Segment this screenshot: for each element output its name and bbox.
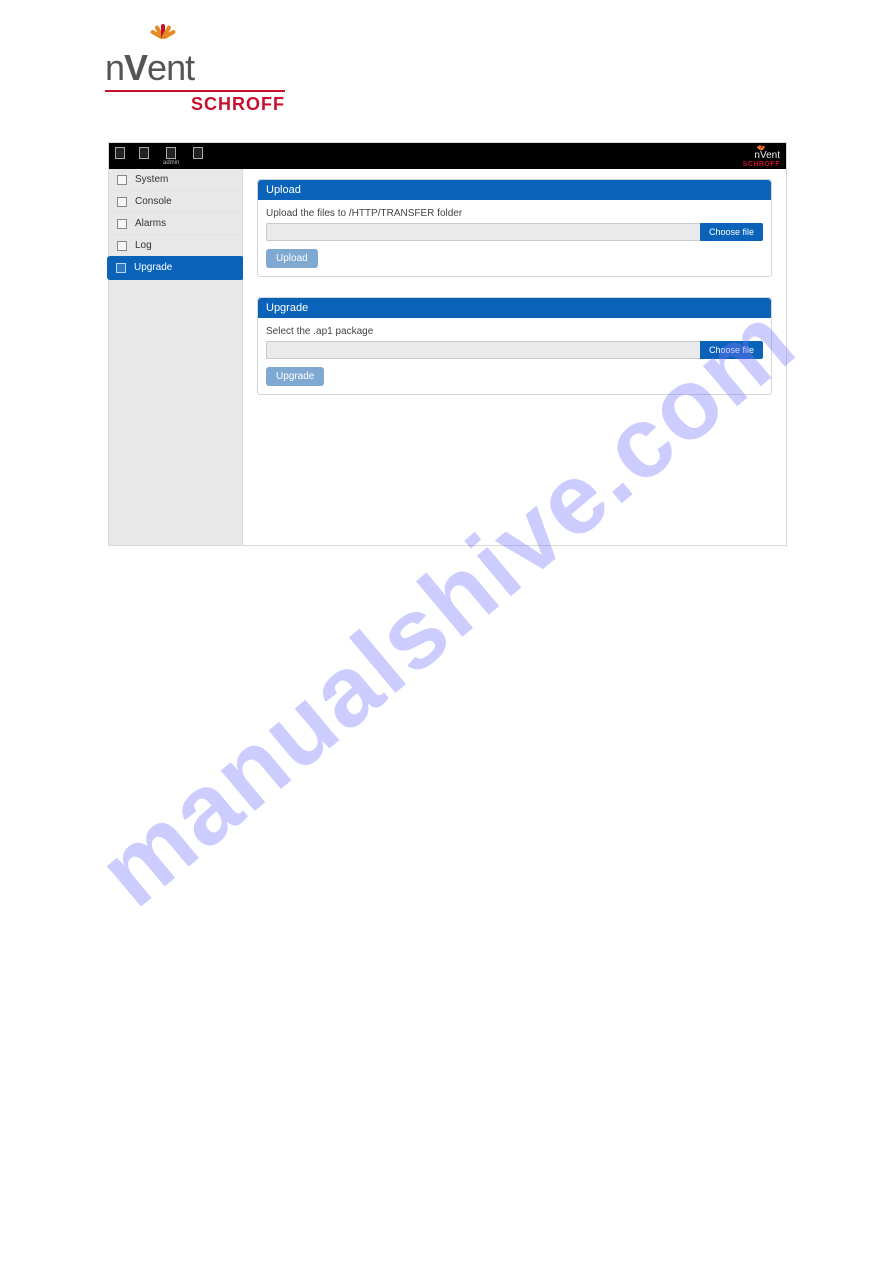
sidebar-item-system[interactable]: System	[109, 169, 242, 191]
sidebar-item-console[interactable]: Console	[109, 191, 242, 213]
sidebar-item-upgrade[interactable]: Upgrade	[108, 257, 243, 279]
topbar-brand: nVent SCHROFF	[743, 144, 780, 168]
sidebar-item-label: Upgrade	[134, 262, 172, 273]
upload-button[interactable]: Upload	[266, 249, 318, 268]
topbar-icon	[139, 147, 149, 159]
topbar: admin nVent SCHROFF	[109, 143, 786, 169]
panel-title: Upgrade	[258, 298, 771, 318]
panel-title: Upload	[258, 180, 771, 200]
topbar-icon	[115, 147, 125, 159]
upgrade-hint: Select the .ap1 package	[266, 326, 763, 337]
topbar-item-2[interactable]	[139, 147, 149, 160]
nav-icon	[117, 219, 127, 229]
spark-icon	[143, 18, 183, 58]
sidebar-item-label: Alarms	[135, 218, 166, 229]
topbar-label: admin	[163, 160, 179, 166]
topbar-brand-name: nVent	[754, 151, 780, 161]
brand-divider	[105, 90, 285, 92]
nav-icon	[117, 175, 127, 185]
topbar-brand-sub: SCHROFF	[743, 161, 780, 168]
upload-panel: Upload Upload the files to /HTTP/TRANSFE…	[257, 179, 772, 277]
topbar-icon	[166, 147, 176, 159]
sidebar: System Console Alarms Log Upgrade	[109, 169, 243, 545]
upload-hint: Upload the files to /HTTP/TRANSFER folde…	[266, 208, 763, 219]
nav-icon	[117, 197, 127, 207]
spark-icon	[755, 144, 767, 150]
upgrade-button[interactable]: Upgrade	[266, 367, 324, 386]
upgrade-panel: Upgrade Select the .ap1 package Choose f…	[257, 297, 772, 395]
brand-name: nVent	[105, 50, 305, 86]
upload-choose-button[interactable]: Choose file	[700, 223, 763, 241]
brand-subname: SCHROFF	[105, 94, 285, 115]
topbar-icon	[193, 147, 203, 159]
brand-logo: nVent SCHROFF	[105, 18, 305, 115]
main-content: Upload Upload the files to /HTTP/TRANSFE…	[243, 169, 786, 545]
nav-icon	[117, 241, 127, 251]
sidebar-item-log[interactable]: Log	[109, 235, 242, 257]
upgrade-file-field[interactable]	[266, 341, 700, 359]
sidebar-item-label: Log	[135, 240, 152, 251]
sidebar-item-alarms[interactable]: Alarms	[109, 213, 242, 235]
sidebar-item-label: Console	[135, 196, 172, 207]
app-window: admin nVent SCHROFF	[108, 142, 787, 546]
sidebar-item-label: System	[135, 174, 168, 185]
upgrade-choose-button[interactable]: Choose file	[700, 341, 763, 359]
topbar-item-3[interactable]: admin	[163, 147, 179, 166]
nav-icon	[116, 263, 126, 273]
upload-file-field[interactable]	[266, 223, 700, 241]
topbar-item-4[interactable]	[193, 147, 203, 160]
topbar-item-1[interactable]	[115, 147, 125, 160]
